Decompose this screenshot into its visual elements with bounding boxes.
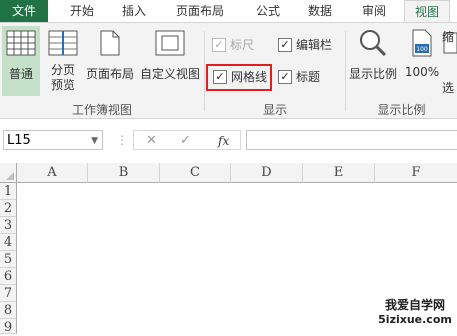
- headings-check-icon: ✓: [278, 69, 292, 84]
- zoom-group-label: 显示比例: [377, 103, 426, 117]
- formula-input[interactable]: [246, 130, 457, 150]
- headings-label: 标题: [296, 70, 321, 84]
- headings-checkbox[interactable]: ✓ 标题: [278, 69, 320, 85]
- page-layout-icon: [100, 30, 120, 56]
- column-header-e[interactable]: E: [303, 163, 375, 183]
- watermark-line-1: 我爱自学网: [384, 298, 445, 312]
- zoom-selection-label-2: 选: [442, 81, 455, 95]
- group-separator: [204, 31, 205, 111]
- page-break-preview-label-1: 分页: [50, 63, 75, 77]
- custom-views-icon: [155, 30, 185, 56]
- tab-insert[interactable]: 插入: [112, 0, 156, 22]
- magnifier-icon: [360, 30, 387, 57]
- page-break-preview-icon: [48, 30, 78, 56]
- column-header-a[interactable]: A: [17, 163, 88, 183]
- insert-function-icon[interactable]: fx: [218, 131, 229, 151]
- grip-dots-icon: ⋮: [116, 133, 128, 147]
- cancel-icon[interactable]: ✕: [146, 131, 157, 151]
- column-header-d[interactable]: D: [231, 163, 303, 183]
- zoom-100-icon: 100: [412, 29, 432, 57]
- ruler-check-icon: ✓: [212, 37, 226, 52]
- row-header[interactable]: 1: [0, 183, 17, 200]
- name-box[interactable]: L15 ▼: [3, 130, 103, 150]
- enter-icon[interactable]: ✓: [180, 131, 191, 151]
- tab-home[interactable]: 开始: [60, 0, 104, 22]
- tab-data[interactable]: 数据: [298, 0, 342, 22]
- ribbon-tab-bar: 文件 开始 插入 页面布局 公式 数据 审阅 视图: [0, 0, 457, 22]
- row-header[interactable]: 2: [0, 200, 17, 217]
- svg-text:100: 100: [416, 46, 428, 53]
- formula-bar-check-icon: ✓: [278, 37, 292, 52]
- zoom-to-selection-button[interactable]: 缩 选: [442, 26, 457, 96]
- formula-bar-checkbox[interactable]: ✓ 编辑栏: [278, 37, 332, 53]
- page-layout-button[interactable]: 页面布局: [84, 26, 136, 96]
- zoom-100-label: 100%: [404, 65, 440, 79]
- row-header[interactable]: 6: [0, 268, 17, 285]
- row-header[interactable]: 7: [0, 285, 17, 302]
- show-group-label: 显示: [262, 103, 287, 117]
- zoom-100-button[interactable]: 100 100%: [404, 26, 440, 96]
- column-header-c[interactable]: C: [160, 163, 231, 183]
- normal-view-button[interactable]: 普通: [2, 26, 40, 96]
- row-header[interactable]: 5: [0, 251, 17, 268]
- normal-view-label: 普通: [8, 67, 33, 81]
- custom-views-label: 自定义视图: [139, 67, 200, 81]
- page-break-preview-button[interactable]: 分页 预览: [44, 26, 82, 96]
- watermark-line-2: 5izixue.com: [378, 313, 452, 326]
- row-header[interactable]: 9: [0, 319, 17, 335]
- row-header[interactable]: 4: [0, 234, 17, 251]
- row-header[interactable]: 8: [0, 302, 17, 319]
- tab-view[interactable]: 视图: [404, 0, 450, 22]
- ruler-checkbox[interactable]: ✓ 标尺: [212, 37, 254, 53]
- gridlines-highlight-box: [206, 64, 272, 91]
- workbook-views-group-label: 工作簿视图: [71, 103, 132, 117]
- formula-bar-label: 编辑栏: [296, 38, 333, 52]
- column-header-f[interactable]: F: [375, 163, 457, 183]
- normal-view-icon: [6, 30, 36, 56]
- chevron-down-icon[interactable]: ▼: [91, 131, 98, 151]
- ruler-label: 标尺: [230, 38, 255, 52]
- formula-buttons: ✕ ✓ fx: [133, 130, 241, 150]
- page-layout-label: 页面布局: [85, 67, 134, 81]
- tab-formulas[interactable]: 公式: [246, 0, 290, 22]
- zoom-label: 显示比例: [348, 67, 397, 81]
- tab-file[interactable]: 文件: [0, 0, 48, 22]
- column-header-b[interactable]: B: [88, 163, 160, 183]
- name-box-value: L15: [7, 133, 31, 148]
- site-watermark: 我爱自学网 5izixue.com: [373, 298, 457, 326]
- page-break-preview-label-2: 预览: [50, 78, 75, 92]
- custom-views-button[interactable]: 自定义视图: [138, 26, 202, 96]
- select-all-corner[interactable]: [0, 163, 17, 183]
- zoom-button[interactable]: 显示比例: [348, 26, 398, 96]
- tab-page-layout[interactable]: 页面布局: [168, 0, 232, 22]
- group-separator: [345, 31, 346, 111]
- tab-review[interactable]: 审阅: [352, 0, 396, 22]
- row-header[interactable]: 3: [0, 217, 17, 234]
